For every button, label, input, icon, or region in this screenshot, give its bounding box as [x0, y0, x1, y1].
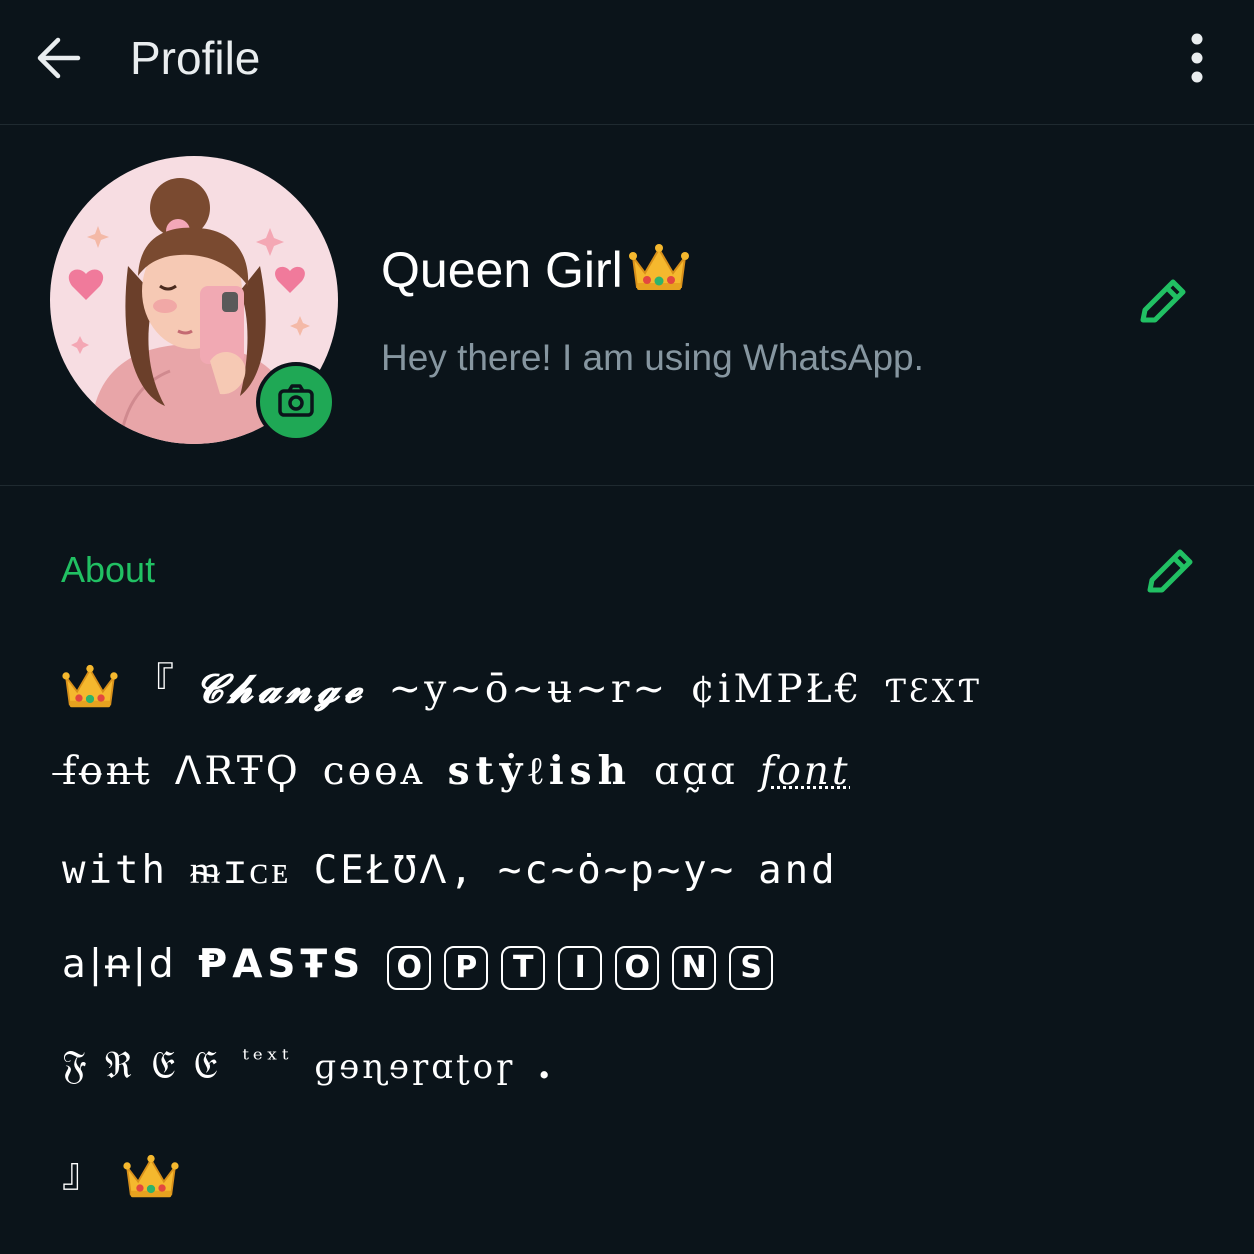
page-title: Profile	[130, 32, 261, 84]
fancy-word: CEŁƱꓥ,	[313, 848, 476, 893]
boxed-letter: N	[672, 946, 717, 990]
crown-emoji	[62, 664, 118, 708]
fancy-word: f̶o̶n̶t̶	[62, 749, 153, 794]
profile-section: Queen Girl Hey there! I am using WhatsAp…	[0, 126, 1254, 486]
close-bracket: 』	[62, 1150, 105, 1196]
fancy-word: ᴄɵɵᴀ	[322, 749, 426, 794]
change-photo-button[interactable]	[256, 362, 336, 442]
fancy-word: stẏℓish	[447, 748, 632, 794]
fancy-word: ~y~ō~ʉ~r~	[388, 667, 669, 712]
about-label: About	[61, 549, 156, 590]
fancy-word: .	[537, 1042, 554, 1088]
boxed-letter: O	[615, 946, 660, 990]
fancy-word: ᵗᵉˣᵗ	[242, 1045, 293, 1075]
edit-about-button[interactable]	[1140, 542, 1200, 602]
boxed-letter: T	[501, 946, 546, 990]
about-line: 』	[62, 1140, 179, 1202]
fancy-word: font	[759, 749, 851, 794]
boxed-letter: S	[729, 946, 774, 990]
boxed-letter: O	[387, 946, 432, 990]
fancy-word: with	[62, 848, 168, 893]
fancy-word: ƬƐΧƬ	[884, 672, 982, 710]
fancy-word: and	[758, 848, 838, 893]
more-vert-icon	[1191, 33, 1203, 83]
open-bracket: 『	[134, 660, 177, 706]
fancy-word: ¢iMPŁ€	[690, 667, 863, 712]
boxed-letter: I	[558, 946, 603, 990]
fancy-word: a|n̶|d	[62, 942, 177, 987]
back-button[interactable]	[30, 30, 90, 86]
pencil-icon	[1140, 279, 1186, 323]
pencil-icon	[1147, 549, 1193, 593]
fancy-word: 𝓒𝓱𝓪𝓷𝓰𝓮	[195, 666, 367, 712]
fancy-word: 𝔉 ℜ 𝔈 𝔈	[62, 1043, 221, 1088]
fancy-word: ⱣASŦS	[198, 942, 366, 987]
about-line: 『 𝓒𝓱𝓪𝓷𝓰𝓮 ~y~ō~ʉ~r~ ¢iMPŁ€ ƬƐΧƬ	[62, 650, 982, 712]
fancy-word: ɑɑ̰ɑ	[653, 749, 738, 794]
app-bar: Profile	[0, 0, 1254, 125]
fancy-word: ᵯɪᴄᴇ	[189, 848, 292, 893]
crown-emoji	[628, 244, 689, 290]
edit-name-button[interactable]	[1133, 272, 1193, 332]
profile-status: Hey there! I am using WhatsApp.	[381, 337, 924, 378]
fancy-word: ᐱRŦϘ	[174, 749, 301, 794]
fancy-word: ɡɘɳɘɼɑʈoɼ	[314, 1047, 516, 1087]
camera-icon	[278, 384, 314, 417]
back-arrow-icon	[37, 37, 81, 79]
profile-name-text: Queen Girl	[381, 242, 623, 298]
fancy-word: ~c~ȯ~p~y~	[497, 848, 737, 893]
about-line: f̶o̶n̶t̶ ᐱRŦϘ ᴄɵɵᴀ stẏℓish ɑɑ̰ɑ font	[62, 748, 851, 794]
profile-name: Queen Girl	[381, 238, 689, 302]
boxed-letter: P	[444, 946, 489, 990]
about-line: 𝔉 ℜ 𝔈 𝔈 ᵗᵉˣᵗ ɡɘɳɘɼɑʈoɼ.	[62, 1042, 554, 1088]
about-line: a|n̶|d ⱣASŦS O P T I O N S	[62, 942, 786, 990]
more-options-button[interactable]	[1172, 30, 1222, 86]
boxed-word: OPTIONS	[387, 942, 786, 990]
about-line: with ᵯɪᴄᴇ CEŁƱꓥ, ~c~ȯ~p~y~ and	[62, 848, 838, 893]
crown-emoji	[123, 1154, 179, 1198]
